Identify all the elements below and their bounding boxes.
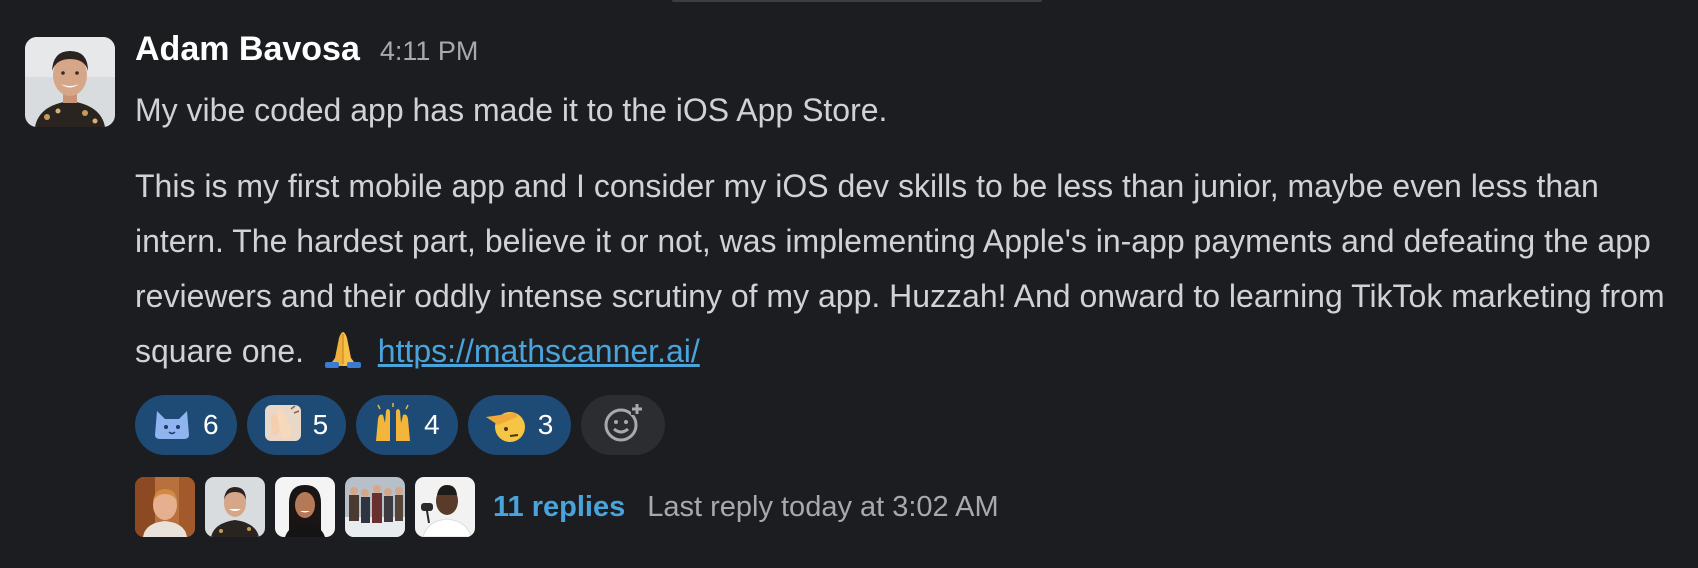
reply-avatar[interactable]: [415, 477, 475, 537]
message-timestamp[interactable]: 4:11 PM: [380, 36, 479, 67]
message-content: Adam Bavosa 4:11 PM My vibe coded app ha…: [135, 30, 1680, 537]
reaction-cat-face[interactable]: 6: [135, 395, 237, 455]
add-emoji-icon: [601, 401, 645, 450]
add-reaction-button[interactable]: [581, 395, 666, 455]
reaction-count: 6: [203, 409, 219, 440]
message-line-1: My vibe coded app has made it to the iOS…: [135, 92, 888, 128]
reaction-count: 3: [537, 409, 554, 440]
cat-face-icon: [151, 405, 193, 446]
message-link[interactable]: https://mathscanner.ai/: [378, 333, 700, 369]
reply-avatar[interactable]: [345, 477, 405, 537]
reactions-bar: 6 5 4 3: [135, 395, 1680, 455]
reaction-count: 4: [424, 409, 440, 440]
message-header: Adam Bavosa 4:11 PM: [135, 30, 1680, 84]
thread-replies-link[interactable]: 11 replies: [493, 491, 625, 524]
reaction-clapping-hands[interactable]: 5: [246, 395, 347, 455]
reply-avatar[interactable]: [205, 477, 265, 537]
reply-avatar[interactable]: [135, 477, 195, 537]
raising-hands-icon: [372, 402, 414, 448]
reply-avatar[interactable]: [275, 477, 335, 537]
author-name[interactable]: Adam Bavosa: [135, 30, 360, 69]
message-paragraph-2: This is my first mobile app and I consid…: [135, 159, 1680, 385]
thread-last-reply: Last reply today at 3:02 AM: [647, 490, 999, 523]
thread-summary: 11 replies Last reply today at 3:02 AM: [135, 477, 1680, 537]
clapping-hands-icon: [263, 403, 303, 448]
saluting-face-icon: [484, 403, 528, 448]
reaction-raising-hands[interactable]: 4: [356, 395, 458, 455]
reaction-saluting-face[interactable]: 3: [467, 395, 572, 455]
message-view: Adam Bavosa 4:11 PM My vibe coded app ha…: [0, 0, 1698, 568]
top-divider: [672, 0, 1042, 2]
author-avatar[interactable]: [25, 37, 115, 127]
folded-hands-icon: [321, 328, 365, 385]
reaction-count: 5: [312, 409, 329, 440]
